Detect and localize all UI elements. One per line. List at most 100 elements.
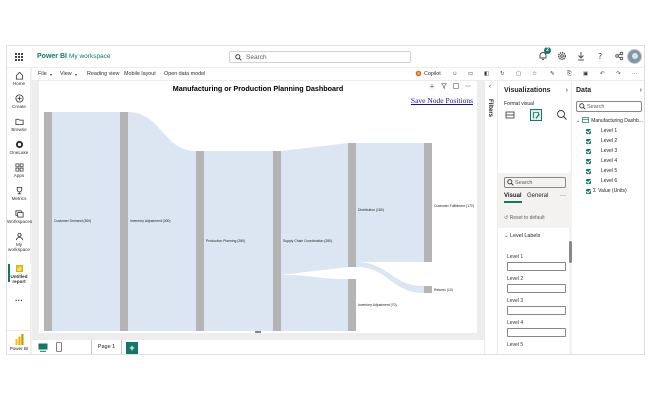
mobile-layout-icon[interactable] — [56, 342, 62, 354]
sankey-visual[interactable]: Customer Demand (300) Inventory Adjustme… — [39, 81, 477, 333]
folder-icon — [14, 118, 24, 126]
filters-pane-collapsed[interactable]: ‹ Filters — [484, 81, 498, 354]
help-icon[interactable]: ? — [595, 51, 605, 61]
nav-home[interactable]: Home — [7, 71, 31, 86]
checkbox-checked[interactable] — [586, 158, 591, 164]
checkbox-checked[interactable] — [586, 188, 591, 194]
nav-apps[interactable]: Apps — [7, 163, 31, 178]
node-inventory-adjustment-1[interactable] — [120, 112, 128, 331]
field-row[interactable]: Level 1 — [586, 128, 617, 134]
chevron-left-icon[interactable]: ‹ — [489, 84, 491, 90]
format-visual-icon[interactable] — [530, 109, 542, 121]
settings-icon[interactable] — [557, 51, 567, 61]
comment-icon[interactable]: ▢ — [516, 71, 521, 77]
pin-icon[interactable] — [429, 83, 435, 89]
search-icon — [507, 179, 514, 186]
field-row[interactable]: Level 2 — [586, 138, 617, 144]
share-icon[interactable] — [614, 51, 624, 61]
checkbox-checked[interactable] — [586, 148, 591, 154]
download-icon[interactable] — [576, 51, 586, 61]
more-tabs-icon[interactable]: ··· — [560, 193, 566, 199]
format-search-input[interactable]: Search — [504, 177, 566, 188]
nav-my-workspace[interactable]: My workspace — [7, 232, 31, 252]
node-inventory-adjustment-2[interactable] — [348, 279, 356, 331]
redo-icon[interactable]: ↷ — [616, 71, 621, 77]
nav-metrics[interactable]: Metrics — [7, 186, 31, 201]
save-icon[interactable]: ▣ — [583, 71, 588, 77]
checkbox-checked[interactable] — [586, 138, 591, 144]
nav-untitled-report[interactable]: Untitled report — [7, 264, 31, 284]
star-icon[interactable]: ☆ — [532, 71, 537, 77]
desktop-layout-icon[interactable] — [38, 343, 48, 354]
checkbox-checked[interactable] — [586, 168, 591, 174]
nav-workspaces[interactable]: Workspaces — [7, 209, 32, 224]
reset-icon: ↺ — [504, 215, 509, 221]
field-row[interactable]: Σ Value (Units) — [586, 188, 627, 194]
level-2-input[interactable] — [507, 284, 566, 293]
analytics-icon[interactable] — [556, 109, 568, 121]
export-icon[interactable]: ⎘ — [567, 71, 571, 78]
build-visual-icon[interactable] — [504, 109, 516, 121]
level-3-input[interactable] — [507, 306, 566, 315]
global-search-input[interactable]: Search — [229, 51, 411, 63]
checkbox-checked[interactable] — [586, 128, 591, 134]
page-tab[interactable]: Page 1 — [91, 340, 122, 354]
tab-general[interactable]: General — [527, 193, 548, 199]
report-icon — [15, 265, 23, 272]
sigma-icon: Σ — [593, 188, 597, 194]
more-options-icon[interactable]: ··· — [632, 71, 637, 77]
field-row[interactable]: Level 3 — [586, 148, 617, 154]
node-supply-chain[interactable] — [273, 151, 281, 331]
view-menu[interactable]: View — [60, 71, 72, 77]
data-search-input[interactable]: Search — [576, 101, 642, 112]
notifications-icon[interactable]: 2 — [538, 47, 551, 61]
resize-handle[interactable] — [255, 331, 261, 333]
undo-icon[interactable]: ↶ — [600, 71, 605, 77]
chevron-right-icon[interactable]: › — [640, 87, 642, 94]
save-node-positions-link[interactable]: Save Node Positions — [411, 96, 473, 105]
node-customer-demand[interactable] — [44, 112, 52, 331]
workspace-link[interactable]: My workspace — [69, 53, 111, 60]
level-1-input[interactable] — [507, 262, 566, 271]
focus-mode-icon[interactable] — [453, 83, 459, 89]
add-page-button[interactable]: + — [126, 342, 138, 354]
field-row[interactable]: Level 6 — [586, 178, 617, 184]
page-tab-bar: Page 1 + — [32, 339, 484, 354]
node-returns[interactable] — [424, 286, 432, 293]
tab-visual[interactable]: Visual — [504, 193, 522, 203]
node-distribution[interactable] — [348, 143, 356, 267]
edit-icon[interactable]: ✎ — [550, 71, 555, 77]
field-row[interactable]: Level 5 — [586, 168, 617, 174]
refresh-icon[interactable]: ↻ — [500, 71, 505, 77]
reset-to-default-button[interactable]: ↺ Reset to default — [504, 215, 545, 221]
field-row[interactable]: Level 4 — [586, 158, 617, 164]
node-customer-fulfillment[interactable] — [424, 143, 432, 262]
brand-label[interactable]: Power BI — [37, 53, 67, 60]
filters-label: Filters — [487, 99, 493, 118]
mobile-layout-button[interactable]: Mobile layout — [124, 71, 156, 77]
more-options-icon[interactable] — [465, 83, 471, 89]
filter-icon[interactable] — [441, 83, 447, 89]
link-supply-to-inventory2 — [281, 275, 348, 331]
persona-icon[interactable]: ☺ — [452, 71, 458, 77]
checkbox-checked[interactable] — [586, 178, 591, 184]
table-node[interactable]: ⌄ Manufacturing Dashb... — [576, 117, 643, 125]
nav-create[interactable]: Create — [7, 94, 31, 109]
app-launcher-icon[interactable] — [15, 53, 23, 61]
chat-icon[interactable]: ▭ — [468, 71, 473, 77]
level-4-input[interactable] — [507, 328, 566, 337]
file-menu[interactable]: File — [38, 71, 47, 77]
node-production-planning[interactable] — [196, 151, 204, 331]
level-labels-section[interactable]: ⌄ Level Labels — [504, 233, 540, 239]
power-bi-switcher[interactable]: Power BI — [7, 330, 31, 354]
user-avatar[interactable] — [627, 49, 642, 64]
copilot-button[interactable]: Copilot — [424, 71, 441, 77]
chevron-right-icon[interactable]: › — [566, 87, 568, 94]
nav-browse[interactable]: Browse — [7, 117, 31, 132]
level-label: Level 3 — [507, 298, 524, 304]
open-data-model-button[interactable]: Open data model — [164, 71, 205, 77]
nav-onelake[interactable]: OneLake — [7, 140, 31, 155]
bookmark-icon[interactable]: ◧ — [484, 71, 489, 77]
more-icon[interactable]: ··· — [7, 296, 31, 305]
reading-view-button[interactable]: Reading view — [87, 71, 119, 77]
